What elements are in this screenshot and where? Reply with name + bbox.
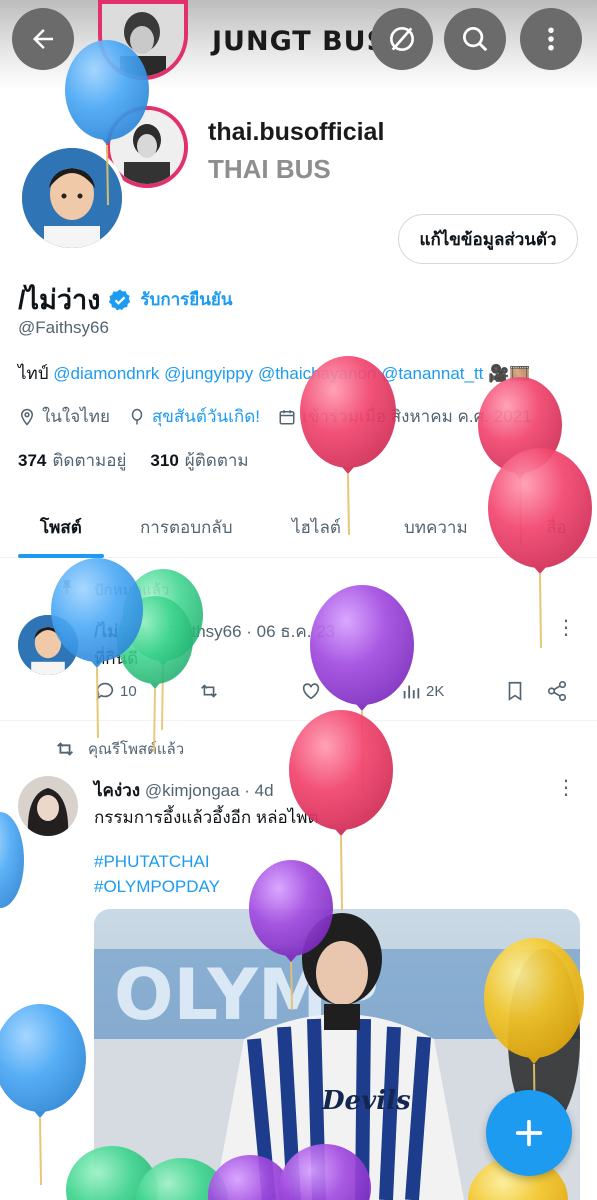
active-tab-indicator <box>18 554 104 558</box>
following-label: ติดตามอยู่ <box>52 451 127 470</box>
tweet-more-icon[interactable]: ⋮ <box>556 778 576 798</box>
views-button[interactable]: 2K <box>400 680 444 702</box>
repost-icon <box>57 742 73 756</box>
following-count: 374 <box>18 451 47 470</box>
story-username[interactable]: thai.busofficial <box>208 118 384 147</box>
balloon <box>0 1004 86 1186</box>
grok-icon <box>390 27 414 51</box>
reposted-label: คุณรีโพสต์แล้ว <box>88 741 185 758</box>
bio-prefix: ไทป์ <box>18 364 49 383</box>
tweet-handle-time: @Faithsy66 · 06 ธ.ค. 23 <box>150 622 336 641</box>
balloon-icon <box>131 408 143 424</box>
profile-tabs: โพสต์ การตอบกลับ ไฮไลต์ บทความ สื่อ <box>0 496 597 558</box>
bio-mention[interactable]: @thaichayanon <box>258 364 376 383</box>
story-username-sub: THAI BUS <box>208 154 331 184</box>
profile-handle: @Faithsy66 <box>18 318 109 337</box>
bio-mention[interactable]: @tanannat_tt <box>381 364 483 383</box>
verified-badge-icon <box>109 289 131 310</box>
followers-count: 310 <box>150 451 179 470</box>
like-button[interactable] <box>300 680 322 702</box>
heart-icon <box>302 683 320 700</box>
location-pin-icon <box>20 408 34 426</box>
views-chart-icon <box>403 685 420 699</box>
birthday-text[interactable]: สุขสันต์วันเกิด! <box>152 403 260 430</box>
views-count: 2K <box>426 682 445 700</box>
reply-icon <box>96 682 114 701</box>
profile-avatar[interactable] <box>18 144 126 252</box>
tab-posts[interactable]: โพสต์ <box>40 514 82 541</box>
profile-name-row: /ไม่ว่าง รับการยืนยัน <box>18 278 232 321</box>
repost-button[interactable] <box>198 680 220 702</box>
avatar[interactable] <box>18 776 78 836</box>
more-button[interactable] <box>520 8 582 70</box>
joined-text: เข้าร่วมเมื่อ สิงหาคม ค.ศ. 2021 <box>301 407 532 426</box>
followers-label: ผู้ติดตาม <box>184 451 249 470</box>
reply-button[interactable]: 10 <box>94 680 137 702</box>
calendar-icon <box>279 409 295 424</box>
pinned-label: ปักหมุดแล้ว <box>94 582 170 599</box>
bookmark-button[interactable] <box>504 680 526 702</box>
bio-emoji: 🎥🎞️ <box>488 364 531 383</box>
back-arrow-icon <box>33 29 53 49</box>
tweet-more-icon[interactable]: ⋮ <box>556 618 576 638</box>
repost-icon <box>201 684 217 698</box>
tab-highlights[interactable]: ไฮไลต์ <box>292 514 341 541</box>
search-icon <box>463 27 488 52</box>
birthday: สุขสันต์วันเกิด! <box>128 403 260 430</box>
more-vertical-icon <box>548 27 554 51</box>
joined-date: เข้าร่วมเมื่อ สิงหาคม ค.ศ. 2021 <box>278 403 532 430</box>
followers-stat[interactable]: 310 ผู้ติดตาม <box>150 447 248 474</box>
tweet-actions: 10 2K <box>94 680 574 706</box>
jersey-text: Devils <box>321 1086 411 1116</box>
plus-icon <box>515 1119 543 1147</box>
search-button[interactable] <box>444 8 506 70</box>
share-button[interactable] <box>546 680 568 702</box>
location: ในใจไทย <box>18 403 110 430</box>
avatar[interactable] <box>18 615 78 675</box>
tweet-header: /ไม่ว่าง @Faithsy66 · 06 ธ.ค. 23 <box>94 618 335 645</box>
tweet-header: ไคง่วง @kimjongaa · 4d <box>94 777 274 804</box>
header-title: JUNGT BUS <box>212 26 388 57</box>
follow-stats: 374 ติดตามอยู่ 310 ผู้ติดตาม <box>18 447 249 474</box>
bookmark-icon <box>508 681 522 701</box>
grok-button[interactable] <box>371 8 433 70</box>
back-button[interactable] <box>12 8 74 70</box>
reposted-indicator: คุณรีโพสต์แล้ว <box>54 737 184 761</box>
tab-replies[interactable]: การตอบกลับ <box>140 514 233 541</box>
hashtag-link[interactable]: #PHUTATCHAI <box>94 852 210 872</box>
reply-count: 10 <box>120 682 137 700</box>
tweet-author-name[interactable]: /ไม่ว่าง <box>94 622 146 641</box>
tweet-author-name[interactable]: ไคง่วง <box>94 781 140 800</box>
display-name: /ไม่ว่าง <box>18 285 101 315</box>
tweet-handle-time: @kimjongaa · 4d <box>144 781 274 800</box>
edit-profile-button[interactable]: แก้ไขข้อมูลส่วนตัว <box>398 214 578 264</box>
tweet-divider <box>0 720 597 721</box>
bio-mention[interactable]: @diamondnrk <box>53 364 159 383</box>
balloon <box>0 812 24 908</box>
compose-fab-button[interactable] <box>486 1090 572 1176</box>
location-text: ในใจไทย <box>42 407 110 426</box>
share-icon <box>547 681 567 701</box>
profile-meta: ในใจไทย สุขสันต์วันเกิด! เข้าร่วมเมื่อ ส… <box>18 403 532 430</box>
following-stat[interactable]: 374 ติดตามอยู่ <box>18 447 126 474</box>
bio-mention[interactable]: @jungyippy <box>164 364 253 383</box>
tweet-text: ที่กินดี <box>94 649 139 668</box>
tweet-text: กรรมการอึ้งแล้วอึ้งอีก หล่อไพต <box>94 808 319 827</box>
tab-media[interactable]: สื่อ <box>546 514 567 541</box>
tab-articles[interactable]: บทความ <box>404 514 468 541</box>
profile-bio: ไทป์ @diamondnrk @jungyippy @thaichayano… <box>18 360 531 387</box>
pin-icon <box>62 580 72 594</box>
hashtag-link[interactable]: #OLYMPOPDAY <box>94 877 220 897</box>
verified-label[interactable]: รับการยืนยัน <box>140 286 232 313</box>
